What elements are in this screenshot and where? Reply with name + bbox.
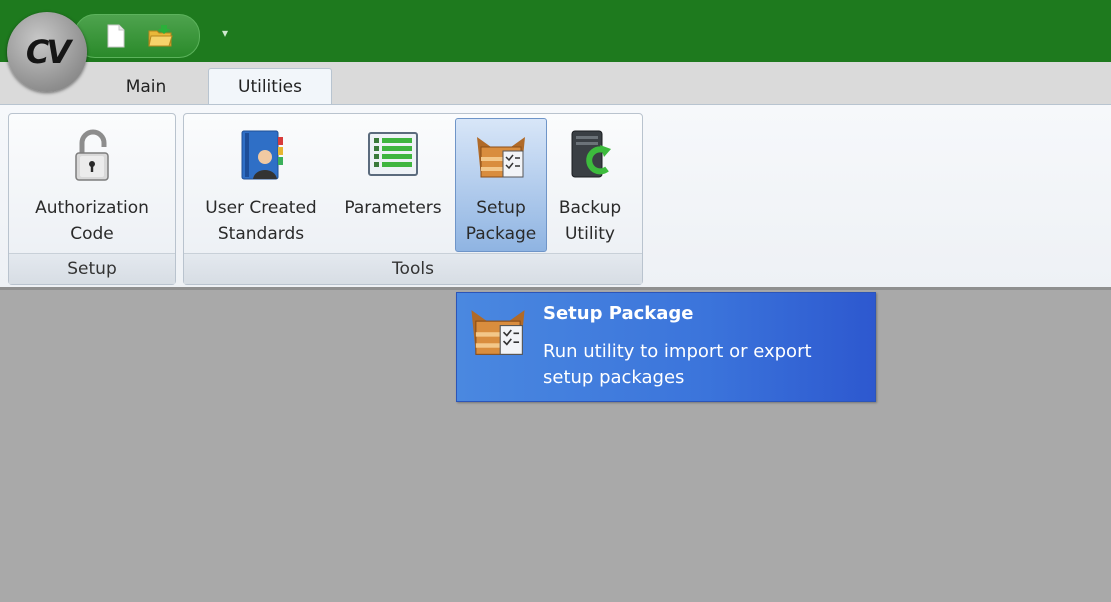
user-created-standards-button[interactable]: User Created Standards xyxy=(190,118,332,252)
package-icon xyxy=(471,310,525,355)
backup-icon xyxy=(571,130,611,178)
group-label-tools: Tools xyxy=(184,253,642,284)
ribbon-tab-strip: Main Utilities xyxy=(0,62,1111,106)
lock-icon xyxy=(75,129,109,181)
list-icon xyxy=(368,132,418,176)
user-book-icon xyxy=(241,130,283,180)
tab-utilities[interactable]: Utilities xyxy=(208,68,332,105)
application-menu-button[interactable]: CV xyxy=(7,12,87,92)
setup-package-label: Setup Package xyxy=(465,198,537,244)
new-document-icon[interactable] xyxy=(103,23,129,49)
customize-toolbar-dropdown-icon[interactable]: ▾ xyxy=(222,26,228,40)
parameters-button[interactable]: Parameters xyxy=(334,118,452,252)
quick-access-toolbar xyxy=(74,14,200,58)
tab-main[interactable]: Main xyxy=(104,70,188,104)
open-folder-icon[interactable] xyxy=(147,23,173,49)
backup-utility-label: Backup Utility xyxy=(558,198,622,244)
ribbon-panel: Authorization Code Setup User Created St… xyxy=(0,104,1111,290)
setup-package-button[interactable]: Setup Package xyxy=(455,118,547,252)
backup-utility-button[interactable]: Backup Utility xyxy=(548,118,632,252)
authorization-code-label: Authorization Code xyxy=(35,198,149,244)
app-logo: CV xyxy=(25,33,71,71)
tooltip-title: Setup Package xyxy=(543,303,694,324)
authorization-code-button[interactable]: Authorization Code xyxy=(15,118,169,252)
setup-package-tooltip: Setup Package Run utility to import or e… xyxy=(456,292,876,402)
title-bar: ▾ CV xyxy=(0,0,1111,92)
tooltip-description: Run utility to import or export setup pa… xyxy=(543,341,812,388)
user-created-standards-label: User Created Standards xyxy=(205,198,317,244)
parameters-label: Parameters xyxy=(344,198,442,218)
package-icon xyxy=(477,137,525,178)
group-label-setup: Setup xyxy=(9,253,175,284)
ribbon-group-tools: User Created Standards Parameters Setup … xyxy=(183,113,643,285)
ribbon-group-setup: Authorization Code Setup xyxy=(8,113,176,285)
